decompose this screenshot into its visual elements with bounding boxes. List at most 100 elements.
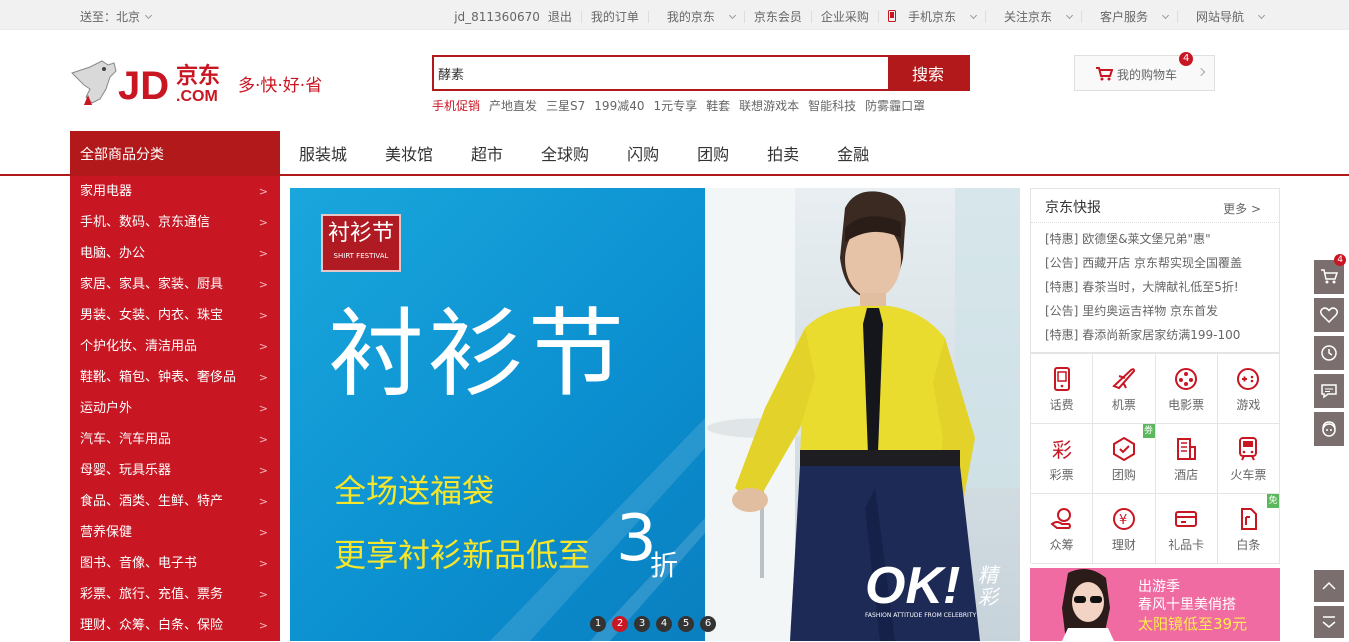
nav-item[interactable]: 服装城: [280, 141, 366, 165]
service-phone[interactable]: 话费: [1031, 354, 1094, 424]
username[interactable]: jd_811360670: [445, 10, 544, 24]
service-giftcard[interactable]: 礼品卡: [1155, 494, 1218, 564]
news-more-link[interactable]: 更多 >: [1223, 200, 1261, 217]
category-item[interactable]: 手机、数码、京东通信 >: [70, 207, 280, 238]
category-item[interactable]: 运动户外 >: [70, 393, 280, 424]
toolbar-history[interactable]: [1314, 336, 1344, 370]
service-groupbuy[interactable]: 劵 团购: [1093, 424, 1156, 494]
category-item[interactable]: 家用电器 >: [70, 176, 280, 207]
news-item[interactable]: [公告] 西藏开店 京东帮实现全国覆盖: [1031, 251, 1279, 275]
link-orders[interactable]: 我的订单: [582, 8, 648, 25]
hotword[interactable]: 智能科技: [808, 97, 856, 114]
badge-en: SHIRT FESTIVAL: [333, 252, 389, 260]
chevron-down-icon: [1065, 11, 1074, 20]
services-grid: 话费 机票 电影票 游戏 彩 彩票 劵 团购 酒店 火车票 众筹 ¥ 理财 礼品…: [1030, 353, 1280, 564]
shopping-cart-icon: [1096, 67, 1113, 81]
banner-headline: 衬衫节: [328, 298, 628, 410]
news-text: 春茶当时，大牌献礼低至5折!: [1082, 280, 1239, 294]
news-item[interactable]: [特惠] 欧德堡&莱文堡兄弟"惠": [1031, 227, 1279, 251]
service-crowdfund[interactable]: 众筹: [1031, 494, 1094, 564]
toolbar-cart[interactable]: 4: [1314, 254, 1346, 294]
hotword[interactable]: 鞋套: [706, 97, 730, 114]
cart-button[interactable]: 我的购物车 4: [1074, 52, 1215, 91]
link-service[interactable]: 客户服务: [1082, 8, 1177, 25]
scroll-bottom-button[interactable]: [1314, 606, 1344, 638]
search-button[interactable]: 搜索: [888, 57, 968, 89]
category-item[interactable]: 彩票、旅行、充值、票务 >: [70, 579, 280, 610]
nav-item[interactable]: 超市: [452, 141, 522, 165]
news-tag: [公告]: [1045, 304, 1079, 318]
nav-item[interactable]: 闪购: [608, 141, 678, 165]
category-item[interactable]: 家居、家具、家装、厨具 >: [70, 269, 280, 300]
toolbar-favorites[interactable]: [1314, 298, 1344, 332]
carousel-dot[interactable]: 4: [656, 616, 672, 632]
news-text: 春添尚新家居家纺满199-100: [1082, 328, 1241, 342]
search-input[interactable]: [434, 57, 888, 89]
link-enterprise[interactable]: 企业采购: [812, 8, 878, 25]
category-item[interactable]: 男装、女装、内衣、珠宝 >: [70, 300, 280, 331]
news-item[interactable]: [公告] 里约奥运吉祥物 京东首发: [1031, 299, 1279, 323]
location-selector[interactable]: 送至：北京: [80, 8, 153, 25]
toolbar-message[interactable]: [1314, 374, 1344, 408]
link-follow[interactable]: 关注京东: [986, 8, 1081, 25]
category-item[interactable]: 图书、音像、电子书 >: [70, 548, 280, 579]
jd-logo[interactable]: JD 京东 .COM 多·快·好·省: [70, 55, 340, 115]
carousel-dot-active[interactable]: 2: [612, 616, 628, 632]
promo-banner[interactable]: 出游季 春风十里美俏搭 太阳镜低至39元: [1030, 568, 1280, 641]
location-label: 送至：北京: [80, 10, 141, 24]
nav-item[interactable]: 团购: [678, 141, 748, 165]
link-sitenav[interactable]: 网站导航: [1178, 8, 1273, 25]
hero-banner[interactable]: 衬衫节 SHIRT FESTIVAL 衬衫节 全场送福袋 更享衬衫新品低至 3 …: [290, 188, 1020, 641]
news-item[interactable]: [特惠] 春茶当时，大牌献礼低至5折!: [1031, 275, 1279, 299]
nav-item[interactable]: 全球购: [522, 141, 608, 165]
service-movie[interactable]: 电影票: [1155, 354, 1218, 424]
hotword[interactable]: 联想游戏本: [739, 97, 799, 114]
hotword[interactable]: 三星S7: [546, 97, 585, 114]
crowdfund-icon: [1050, 508, 1071, 529]
toolbar-service[interactable]: [1314, 412, 1344, 446]
service-hotel[interactable]: 酒店: [1155, 424, 1218, 494]
category-item[interactable]: 食品、酒类、生鲜、特产 >: [70, 486, 280, 517]
service-game[interactable]: 游戏: [1217, 354, 1280, 424]
search-box: 搜索: [432, 55, 970, 91]
chevron-down-icon: [1161, 11, 1170, 20]
link-membership[interactable]: 京东会员: [745, 8, 811, 25]
all-categories-button[interactable]: 全部商品分类: [70, 131, 280, 176]
service-train[interactable]: 火车票: [1217, 424, 1280, 494]
link-myjd[interactable]: 我的京东: [649, 8, 744, 25]
service-flight[interactable]: 机票: [1093, 354, 1156, 424]
category-item[interactable]: 电脑、办公 >: [70, 238, 280, 269]
service-lottery[interactable]: 彩 彩票: [1031, 424, 1094, 494]
nav-item[interactable]: 拍卖: [748, 141, 818, 165]
nav-item[interactable]: 金融: [818, 141, 888, 165]
category-item[interactable]: 营养保健 >: [70, 517, 280, 548]
carousel-dot[interactable]: 6: [700, 616, 716, 632]
chevron-right-icon: >: [258, 309, 268, 322]
category-item[interactable]: 汽车、汽车用品 >: [70, 424, 280, 455]
category-item[interactable]: 鞋靴、箱包、钟表、奢侈品 >: [70, 362, 280, 393]
hotword[interactable]: 199减40: [594, 97, 644, 114]
hotword[interactable]: 手机促销: [432, 97, 480, 114]
hotword[interactable]: 防雾霾口罩: [865, 97, 925, 114]
link-mobile[interactable]: 手机京东: [879, 8, 985, 25]
hotword[interactable]: 产地直发: [489, 97, 537, 114]
category-sidebar: 家用电器 > 手机、数码、京东通信 > 电脑、办公 > 家居、家具、家装、厨具 > 男装…: [70, 176, 280, 641]
category-item[interactable]: 理财、众筹、白条、保险 >: [70, 610, 280, 641]
back-to-top-button[interactable]: [1314, 570, 1344, 602]
coupon-tag: 劵: [1142, 424, 1155, 438]
news-item[interactable]: [特惠] 春添尚新家居家纺满199-100: [1031, 323, 1279, 347]
category-item[interactable]: 母婴、玩具乐器 >: [70, 455, 280, 486]
carousel-dot[interactable]: 3: [634, 616, 650, 632]
service-finance[interactable]: ¥ 理财: [1093, 494, 1156, 564]
service-label: 团购: [1111, 468, 1136, 482]
category-item[interactable]: 个护化妆、清洁用品 >: [70, 331, 280, 362]
nav-item[interactable]: 美妆馆: [366, 141, 452, 165]
service-baitiao[interactable]: 免 白条: [1217, 494, 1280, 564]
service-label: 酒店: [1174, 468, 1199, 482]
heart-icon: [1320, 307, 1338, 323]
carousel-dot[interactable]: 5: [678, 616, 694, 632]
hotword[interactable]: 1元专享: [653, 97, 697, 114]
logout-link[interactable]: 退出: [544, 8, 581, 25]
chevron-up-icon: [1322, 581, 1336, 590]
carousel-dot[interactable]: 1: [590, 616, 606, 632]
